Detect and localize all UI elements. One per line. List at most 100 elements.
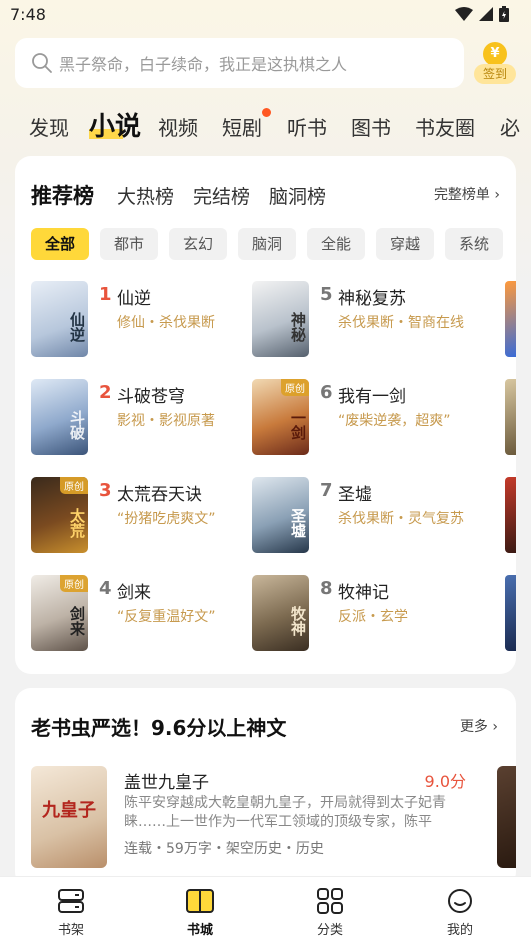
- book-cover: 牧神: [252, 575, 309, 651]
- tab-hot[interactable]: 大热榜: [117, 182, 174, 209]
- new-badge-dot: [262, 108, 271, 117]
- book-cover: 斗破: [31, 379, 88, 455]
- tab-novel-label: 小说: [89, 112, 142, 142]
- book-subtitle: 修仙・杀伐果断: [117, 315, 215, 331]
- wifi-icon: [455, 7, 473, 21]
- book-item-1[interactable]: 仙逆 1 仙逆 修仙・杀伐果断: [31, 281, 241, 357]
- cover-title: 一剑: [289, 410, 307, 440]
- tab-short-drama[interactable]: 短剧: [222, 112, 262, 141]
- book-title: 太荒吞天诀: [117, 485, 202, 505]
- rank-number: 4: [99, 578, 112, 599]
- rank-number: 8: [320, 578, 333, 599]
- bottom-nav: 书架 书城 分类 我的: [0, 876, 531, 944]
- cover-title: 仙逆: [68, 312, 86, 342]
- tab-recommend[interactable]: 推荐榜: [31, 180, 94, 210]
- tab-finished[interactable]: 完结榜: [193, 182, 250, 209]
- book-cover: 神秘: [252, 281, 309, 357]
- search-icon: [32, 53, 52, 73]
- book-item-3[interactable]: 原创 太荒 3 太荒吞天诀 “扮猪吃虎爽文”: [31, 477, 241, 553]
- tab-discover[interactable]: 发现: [29, 112, 69, 141]
- tab-audio[interactable]: 听书: [287, 112, 327, 141]
- nav-bookshelf[interactable]: 书架: [31, 887, 111, 938]
- ranking-card: 推荐榜 大热榜 完结榜 脑洞榜 完整榜单 › 全部 都市 玄幻 脑洞 全能 穿越…: [15, 156, 516, 674]
- top-tabs: 发现 小说 视频 短剧 听书 图书 书友圈 必: [0, 104, 531, 148]
- chip-all[interactable]: 全部: [31, 228, 89, 260]
- book-title: 仙逆: [117, 289, 151, 309]
- peek-cover[interactable]: [505, 379, 516, 455]
- peek-cover[interactable]: [505, 575, 516, 651]
- book-cover: 圣墟: [252, 477, 309, 553]
- cover-title: 太荒: [68, 508, 86, 538]
- nav-bookstore[interactable]: 书城: [160, 887, 240, 938]
- status-bar: 7:48: [0, 0, 531, 30]
- book-item-7[interactable]: 圣墟 7 圣墟 杀伐果断・灵气复苏: [252, 477, 502, 553]
- book-subtitle: 杀伐果断・智商在线: [338, 315, 464, 331]
- chip-brainhole[interactable]: 脑洞: [238, 228, 296, 260]
- nav-category[interactable]: 分类: [290, 887, 370, 938]
- featured-book-score: 9.0分: [424, 772, 466, 791]
- chip-system[interactable]: 系统: [445, 228, 503, 260]
- rank-number: 7: [320, 480, 333, 501]
- book-subtitle: 杀伐果断・灵气复苏: [338, 511, 464, 527]
- signin-button[interactable]: ¥ 签到: [472, 40, 518, 86]
- book-item-8[interactable]: 牧神 8 牧神记 反派・玄学: [252, 575, 502, 651]
- book-cover: 仙逆: [31, 281, 88, 357]
- tab-novel[interactable]: 小说: [89, 106, 141, 143]
- peek-cover[interactable]: [505, 477, 516, 553]
- grid-icon: [317, 888, 343, 914]
- tab-video[interactable]: 视频: [158, 112, 198, 141]
- cover-title: 斗破: [68, 410, 86, 440]
- featured-book-title[interactable]: 盖世九皇子: [124, 768, 209, 793]
- rank-number: 5: [320, 284, 333, 305]
- book-title: 我有一剑: [338, 387, 406, 407]
- chip-fantasy[interactable]: 玄幻: [169, 228, 227, 260]
- book-title: 剑来: [117, 583, 151, 603]
- search-bar[interactable]: 黑子祭命，白子续命，我正是这执棋之人: [15, 38, 464, 88]
- cover-title: 圣墟: [289, 508, 307, 538]
- status-icons: [455, 6, 509, 22]
- book-subtitle: 影视・影视原著: [117, 413, 215, 429]
- tab-book-circle[interactable]: 书友圈: [415, 112, 475, 141]
- rank-number: 6: [320, 382, 333, 403]
- featured-book-meta: 连载・59万字・架空历史・历史: [124, 841, 324, 857]
- rank-number: 2: [99, 382, 112, 403]
- book-subtitle: “扮猪吃虎爽文”: [117, 511, 216, 527]
- chip-city[interactable]: 都市: [100, 228, 158, 260]
- book-title: 神秘复苏: [338, 289, 406, 309]
- peek-cover[interactable]: [497, 766, 516, 868]
- nav-label: 分类: [316, 923, 343, 938]
- nav-profile[interactable]: 我的: [420, 887, 500, 938]
- book-item-2[interactable]: 斗破 2 斗破苍穹 影视・影视原著: [31, 379, 241, 455]
- featured-book-cover[interactable]: 九皇子: [31, 766, 107, 868]
- cover-title: 神秘: [289, 312, 307, 342]
- book-item-6[interactable]: 原创 一剑 6 我有一剑 “废柴逆袭，超爽”: [252, 379, 502, 455]
- chip-time-travel[interactable]: 穿越: [376, 228, 434, 260]
- tab-brainhole[interactable]: 脑洞榜: [269, 182, 326, 209]
- book-title: 斗破苍穹: [117, 387, 185, 407]
- bookshelf-icon: [58, 889, 84, 913]
- original-tag: 原创: [281, 379, 309, 396]
- original-tag: 原创: [60, 477, 88, 494]
- featured-book-desc: 陈平安穿越成大乾皇朝九皇子，开局就得到太子妃青睐……上一世作为一代军工领域的顶级…: [124, 795, 446, 830]
- rank-number: 3: [99, 480, 112, 501]
- nav-label: 书城: [186, 923, 213, 938]
- full-ranking-link[interactable]: 完整榜单 ›: [434, 184, 500, 204]
- cover-title: 牧神: [289, 606, 307, 636]
- coin-icon: ¥: [483, 42, 507, 66]
- original-tag: 原创: [60, 575, 88, 592]
- book-title: 牧神记: [338, 583, 389, 603]
- peek-cover[interactable]: [505, 281, 516, 357]
- more-link[interactable]: 更多 ›: [460, 716, 498, 736]
- tab-books[interactable]: 图书: [351, 112, 391, 141]
- book-cover: 原创 太荒: [31, 477, 88, 553]
- tab-more-partial[interactable]: 必: [500, 112, 520, 141]
- chip-allround[interactable]: 全能: [307, 228, 365, 260]
- book-subtitle: 反派・玄学: [338, 609, 408, 625]
- book-title: 圣墟: [338, 485, 372, 505]
- book-subtitle: “废柴逆袭，超爽”: [338, 413, 451, 429]
- book-cover: 原创 一剑: [252, 379, 309, 455]
- nav-label: 我的: [446, 923, 473, 938]
- featured-card: 老书虫严选！9.6分以上神文 更多 › 九皇子 盖世九皇子 9.0分 陈平安穿越…: [15, 688, 516, 888]
- book-item-4[interactable]: 原创 剑来 4 剑来 “反复重温好文”: [31, 575, 241, 651]
- book-item-5[interactable]: 神秘 5 神秘复苏 杀伐果断・智商在线: [252, 281, 502, 357]
